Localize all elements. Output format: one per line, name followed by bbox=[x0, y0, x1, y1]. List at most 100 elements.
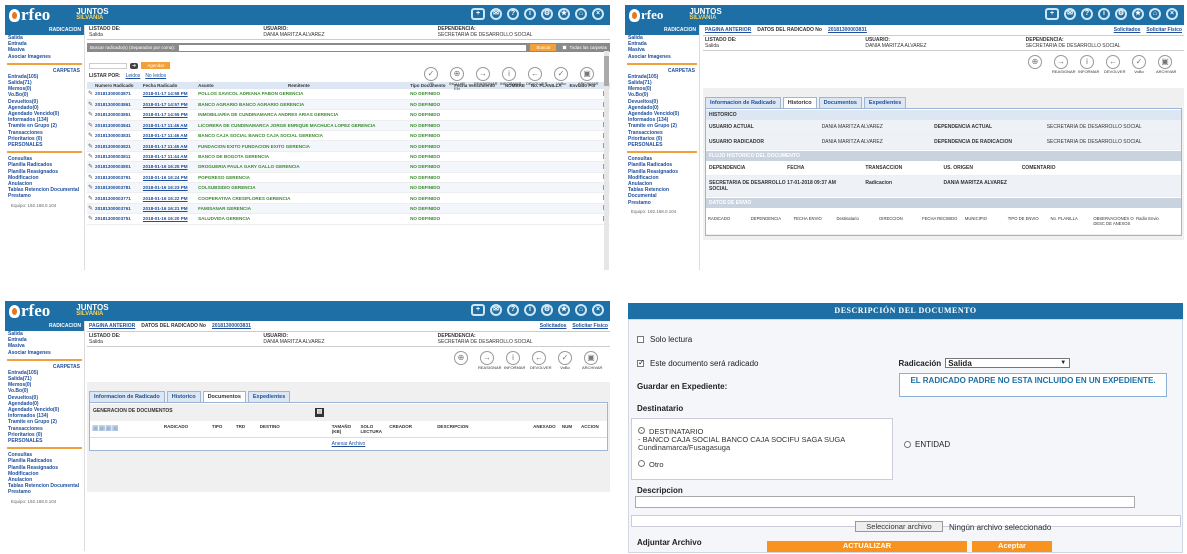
table-row[interactable]: ✎ 20181300003781 2018-01-16 16:23 PM COLSUB… bbox=[87, 182, 610, 194]
informar-action[interactable]: i INFORMAR bbox=[500, 67, 521, 91]
header-icon-6[interactable]: ⌂ bbox=[575, 304, 587, 316]
search-button[interactable]: Buscar bbox=[530, 44, 557, 51]
solicitados-link[interactable]: Solicitados bbox=[540, 323, 567, 329]
header-icon-4[interactable]: ⚙ bbox=[541, 304, 553, 316]
edit-icon[interactable]: ✎ bbox=[87, 120, 95, 132]
menu-prestamo[interactable]: Prestamo bbox=[5, 489, 84, 495]
all-folders-checkbox[interactable] bbox=[562, 45, 568, 50]
header-icon-1[interactable]: ✉ bbox=[1064, 8, 1076, 20]
menu-prestamo[interactable]: Prestamo bbox=[5, 193, 84, 199]
radicacion-select[interactable]: Salida bbox=[945, 358, 1071, 368]
header-icon-4[interactable]: ⚙ bbox=[541, 8, 553, 20]
menu-trd[interactable]: Tablas Retencion Documental bbox=[625, 187, 699, 199]
header-icon-radicar[interactable]: + bbox=[471, 8, 485, 20]
edit-icon[interactable]: ✎ bbox=[87, 172, 95, 184]
menu-prestamo[interactable]: Prestamo bbox=[625, 200, 699, 206]
fecha-radicado[interactable]: 2018-01-17 14:55 PM bbox=[141, 109, 198, 121]
edit-icon[interactable]: ✎ bbox=[87, 89, 95, 100]
incluir-action[interactable]: ⊕ bbox=[452, 351, 470, 370]
fecha-radicado[interactable]: 2018-01-16 16:25 PM bbox=[141, 161, 198, 173]
scrollbar[interactable] bbox=[604, 51, 609, 270]
header-icon-2[interactable]: ? bbox=[507, 304, 519, 316]
edit-icon[interactable]: ✎ bbox=[87, 213, 95, 225]
vb-action[interactable]: ✓ VB bbox=[422, 67, 440, 91]
informar-action[interactable]: i INFORMAR bbox=[504, 351, 525, 370]
radicado-number[interactable]: 20181300003751 bbox=[94, 213, 142, 225]
header-icon-radicar[interactable]: + bbox=[1045, 8, 1059, 20]
descripcion-textarea[interactable] bbox=[635, 496, 1135, 508]
radicado-number[interactable]: 20181300003831 bbox=[94, 130, 142, 142]
folder-personales[interactable]: PERSONALES bbox=[5, 142, 84, 148]
sera-radicado-checkbox[interactable] bbox=[637, 358, 645, 367]
header-icon-6[interactable]: ⌂ bbox=[575, 8, 587, 20]
otro-radio[interactable] bbox=[638, 460, 645, 467]
header-icon-7[interactable]: × bbox=[1166, 8, 1178, 20]
header-icon-4[interactable]: ⚙ bbox=[1115, 8, 1127, 20]
edit-icon[interactable]: ✎ bbox=[87, 130, 95, 142]
fecha-radicado[interactable]: 2018-01-17 11:45 AM bbox=[141, 140, 198, 152]
pagina-anterior-link[interactable]: PAGINA ANTERIOR bbox=[705, 27, 751, 33]
fecha-radicado[interactable]: 2018-01-16 16:24 PM bbox=[141, 172, 198, 184]
tab-documentos[interactable]: Documentos bbox=[202, 391, 246, 402]
table-row[interactable]: ✎ 20181300003791 2018-01-16 16:24 PM POPGRE… bbox=[87, 172, 610, 184]
radicado-number[interactable]: 20181300003871 bbox=[94, 89, 142, 100]
fecha-radicado[interactable]: 2018-01-16 16:20 PM bbox=[141, 213, 198, 225]
edit-icon[interactable]: ✎ bbox=[87, 140, 95, 152]
archivar-action[interactable]: ▣ ARCHIVAR bbox=[582, 351, 602, 370]
edit-icon[interactable]: ✎ bbox=[87, 109, 95, 121]
vobo-action[interactable]: ✓ VoBo bbox=[1130, 55, 1148, 74]
edit-icon[interactable]: ✎ bbox=[87, 203, 95, 215]
header-icon-5[interactable]: ★ bbox=[1132, 8, 1144, 20]
table-row[interactable]: ✎ 20181300003811 2018-01-17 11:44 AM BANCO … bbox=[87, 151, 610, 163]
header-icon-6[interactable]: ⌂ bbox=[1149, 8, 1161, 20]
header-icon-radicar[interactable]: + bbox=[471, 304, 485, 316]
radicado-number[interactable]: 20181300003781 bbox=[94, 182, 142, 194]
header-icon-3[interactable]: i bbox=[524, 8, 536, 20]
fecha-radicado[interactable]: 2018-01-17 11:46 AM bbox=[141, 120, 198, 132]
sidebar-item-asociar[interactable]: Asociar Imagenes bbox=[5, 350, 84, 356]
table-row[interactable]: ✎ 20181300003761 2018-01-16 16:21 PM FAMISA… bbox=[87, 203, 610, 215]
devolver-action[interactable]: ← DEVOLVER bbox=[526, 67, 548, 91]
header-icon-5[interactable]: ★ bbox=[558, 304, 570, 316]
table-row[interactable]: ✎ 20181300003821 2018-01-17 11:45 AM FUNDAC… bbox=[87, 140, 610, 152]
radicado-number-link[interactable]: 20181300003831 bbox=[828, 27, 867, 33]
archivar-action[interactable]: ▣ ARCHIVAR bbox=[578, 67, 598, 91]
solo-lectura-checkbox[interactable] bbox=[637, 336, 644, 343]
no-leidos-link[interactable]: No leidos bbox=[145, 73, 166, 79]
radicado-number[interactable]: 20181300003821 bbox=[94, 140, 142, 152]
table-row[interactable]: ✎ 20181300003861 2018-01-17 14:57 PM BANCO … bbox=[87, 99, 610, 111]
filter-button[interactable]: ➜ bbox=[130, 62, 139, 69]
header-icon-3[interactable]: i bbox=[1098, 8, 1110, 20]
header-icon-1[interactable]: ✉ bbox=[490, 304, 502, 316]
anexar-archivo-link[interactable]: Anexar Archivo bbox=[332, 441, 366, 447]
leidos-link[interactable]: Leidos bbox=[126, 73, 141, 79]
tab-expedientes[interactable]: Expedientes bbox=[247, 391, 291, 402]
pagina-anterior-link[interactable]: PAGINA ANTERIOR bbox=[89, 323, 135, 329]
actualizar-button[interactable]: ACTUALIZAR bbox=[767, 541, 967, 552]
table-row[interactable]: ✎ 20181300003771 2018-01-16 16:22 PM COOPER… bbox=[87, 192, 610, 204]
radicado-number[interactable]: 20181300003801 bbox=[94, 161, 142, 173]
table-row[interactable]: ✎ 20181300003831 2018-01-17 11:46 AM BANCO … bbox=[87, 130, 610, 142]
sidebar-item-asociar[interactable]: Asociar Imagenes bbox=[625, 54, 699, 60]
informar-action[interactable]: i INFORMAR bbox=[1078, 55, 1099, 74]
fecha-radicado[interactable]: 2018-01-17 14:58 PM bbox=[141, 89, 198, 100]
incluir-action[interactable]: ⊕ bbox=[1026, 55, 1044, 74]
radicado-number[interactable]: 20181300003841 bbox=[94, 120, 142, 132]
sidebar-item-asociar[interactable]: Asociar Imagenes bbox=[5, 54, 84, 60]
tab-historico[interactable]: Historico bbox=[166, 391, 201, 402]
entidad-radio[interactable] bbox=[904, 441, 911, 448]
edit-icon[interactable]: ✎ bbox=[87, 182, 95, 194]
radicado-number[interactable]: 20181300003861 bbox=[94, 99, 142, 111]
solicitar-fisico-link[interactable]: Solicitar Fisico bbox=[572, 323, 608, 329]
radicado-number[interactable]: 20181300003761 bbox=[94, 203, 142, 215]
destinatario-radio[interactable] bbox=[638, 427, 645, 434]
edit-icon[interactable]: ✎ bbox=[87, 192, 95, 204]
table-row[interactable]: ✎ 20181300003841 2018-01-17 11:46 AM LICORE… bbox=[87, 120, 610, 132]
edit-icon[interactable]: ✎ bbox=[87, 99, 95, 111]
fecha-radicado[interactable]: 2018-01-17 11:44 AM bbox=[141, 151, 198, 163]
fecha-radicado[interactable]: 2018-01-16 16:23 PM bbox=[141, 182, 198, 194]
header-icon-2[interactable]: ? bbox=[1081, 8, 1093, 20]
filter-input[interactable] bbox=[89, 62, 127, 69]
vobo-action[interactable]: ✓ VoBo bbox=[556, 351, 574, 370]
folder-personales[interactable]: PERSONALES bbox=[5, 438, 84, 444]
